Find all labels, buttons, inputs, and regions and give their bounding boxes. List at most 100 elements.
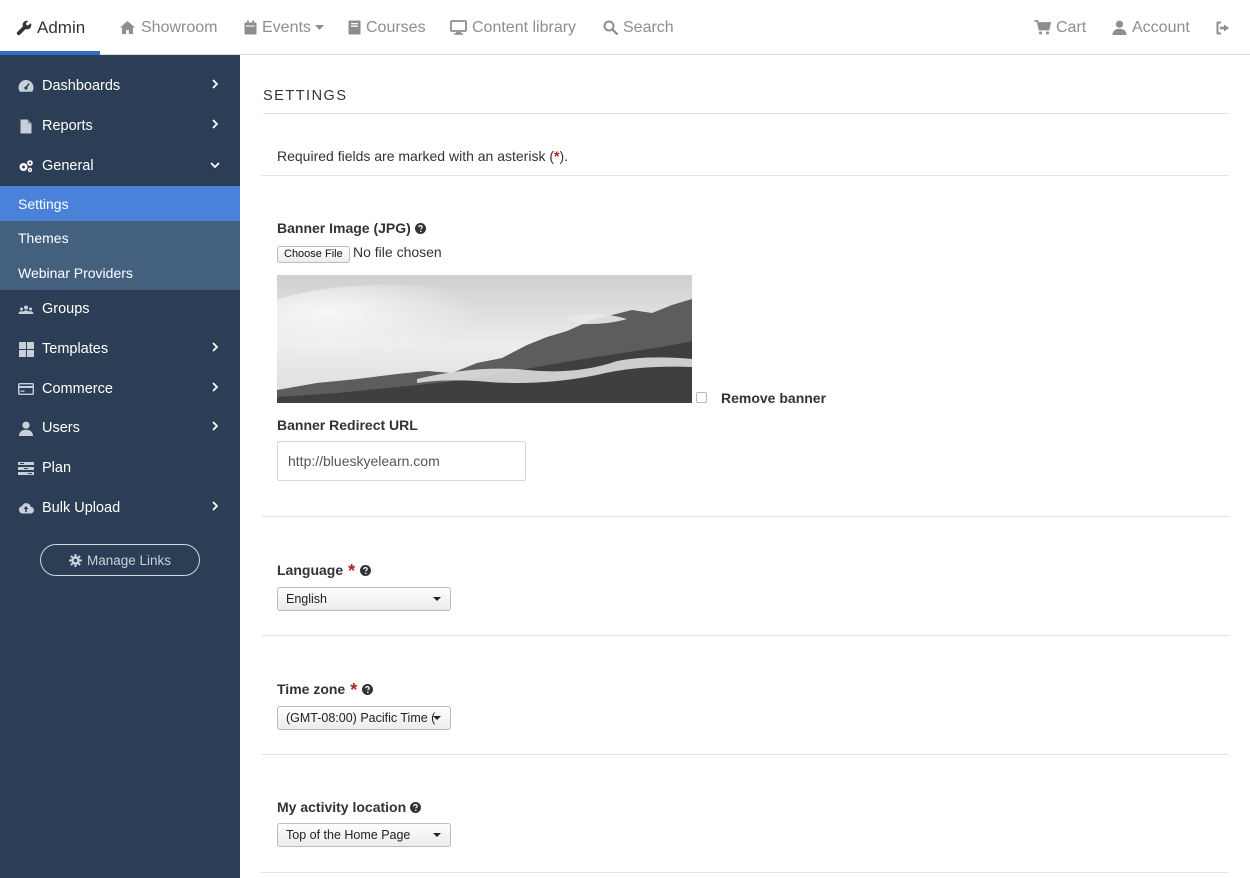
file-status: No file chosen — [353, 244, 442, 260]
chevron-down-icon — [210, 162, 220, 169]
file-icon — [18, 118, 34, 134]
banner-redirect-url-value: http://blueskyelearn.com — [288, 453, 440, 469]
sidebar-item-groups[interactable]: Groups — [0, 289, 240, 329]
sidebar-item-general[interactable]: General — [0, 146, 240, 186]
sidebar-item-users[interactable]: Users — [0, 408, 240, 448]
nav-search[interactable]: Search — [603, 0, 674, 55]
required-star: * — [348, 561, 356, 581]
activity-location-select[interactable]: Top of the Home Page — [277, 823, 451, 847]
sidebar-item-dashboards[interactable]: Dashboards — [0, 66, 240, 106]
sidebar-item-commerce[interactable]: Commerce — [0, 369, 240, 409]
activity-location-select-value: Top of the Home Page — [286, 828, 411, 842]
language-label: Language * — [277, 561, 372, 581]
calendar-icon — [244, 20, 257, 35]
main-content: SETTINGS Required fields are marked with… — [240, 55, 1250, 878]
nav-events-label: Events — [262, 18, 311, 36]
help-icon[interactable] — [360, 564, 372, 576]
sidebar-item-bulk-upload[interactable]: Bulk Upload — [0, 488, 240, 528]
banner-image-label-text: Banner Image (JPG) — [277, 220, 411, 236]
required-note-text: Required fields are marked with an aster… — [277, 148, 555, 164]
choose-file-button[interactable]: Choose File — [277, 246, 350, 263]
user-icon — [18, 420, 34, 436]
nav-admin-label: Admin — [37, 17, 86, 37]
caret-down-icon — [433, 597, 441, 601]
nav-cart[interactable]: Cart — [1034, 0, 1086, 55]
divider — [261, 516, 1229, 517]
time-zone-select-value: (GMT-08:00) Pacific Time (... — [286, 711, 436, 725]
nav-courses-label: Courses — [366, 18, 426, 36]
sidebar-item-reports[interactable]: Reports — [0, 106, 240, 146]
chevron-right-icon — [212, 382, 218, 392]
banner-image-label: Banner Image (JPG) — [277, 220, 426, 236]
gears-icon — [18, 158, 34, 174]
page-title: SETTINGS — [263, 88, 348, 104]
general-submenu: Settings Themes Webinar Providers — [0, 186, 240, 290]
book-icon — [348, 20, 361, 35]
sidebar-item-label: Reports — [42, 118, 93, 134]
sidebar-subitem-webinar-providers[interactable]: Webinar Providers — [0, 255, 240, 290]
sidebar-item-plan[interactable]: Plan — [0, 448, 240, 488]
dashboard-icon — [18, 78, 34, 94]
nav-search-label: Search — [623, 18, 674, 36]
caret-down-icon — [433, 833, 441, 837]
sidebar-subitem-themes[interactable]: Themes — [0, 221, 240, 255]
wrench-icon — [16, 20, 32, 35]
banner-image-preview — [277, 275, 692, 403]
nav-courses[interactable]: Courses — [348, 0, 426, 55]
sidebar-item-templates[interactable]: Templates — [0, 329, 240, 369]
sidebar: Dashboards Reports General Settings Them… — [0, 55, 240, 878]
cart-icon — [1034, 20, 1051, 35]
remove-banner-checkbox[interactable] — [696, 392, 707, 403]
nav-logout[interactable] — [1215, 0, 1236, 55]
nav-events[interactable]: Events — [244, 0, 324, 55]
sidebar-item-label: Commerce — [42, 381, 113, 397]
sidebar-item-label: Users — [42, 420, 80, 436]
language-select-value: English — [286, 592, 327, 606]
divider — [261, 175, 1229, 176]
help-icon[interactable] — [414, 222, 426, 234]
manage-links-button[interactable]: Manage Links — [40, 544, 200, 576]
help-icon[interactable] — [410, 801, 422, 813]
home-icon — [120, 21, 135, 34]
nav-showroom-label: Showroom — [141, 18, 218, 36]
divider — [261, 872, 1229, 873]
nav-admin[interactable]: Admin — [16, 0, 85, 55]
activity-location-label: My activity location — [277, 799, 422, 815]
required-fields-note: Required fields are marked with an aster… — [277, 148, 568, 164]
chevron-right-icon — [212, 79, 218, 89]
required-note-text-end: ). — [559, 148, 569, 164]
nav-showroom[interactable]: Showroom — [119, 0, 217, 55]
chevron-right-icon — [212, 342, 218, 352]
required-star: * — [350, 680, 358, 700]
sidebar-subitem-settings[interactable]: Settings — [0, 186, 240, 221]
nav-account-label: Account — [1132, 18, 1190, 36]
monitor-icon — [450, 20, 467, 35]
grid-icon — [18, 341, 34, 357]
sidebar-item-label: Dashboards — [42, 78, 121, 94]
sidebar-item-label: Bulk Upload — [42, 500, 121, 516]
nav-content-library[interactable]: Content library — [450, 0, 576, 55]
language-select[interactable]: English — [277, 587, 451, 611]
chevron-right-icon — [212, 501, 218, 511]
sidebar-subitem-label: Settings — [18, 195, 69, 212]
language-label-text: Language — [277, 562, 344, 578]
nav-cart-label: Cart — [1056, 18, 1087, 36]
time-zone-select[interactable]: (GMT-08:00) Pacific Time (... — [277, 706, 451, 730]
banner-redirect-url-input[interactable]: http://blueskyelearn.com — [277, 441, 526, 481]
banner-redirect-url-label-text: Banner Redirect URL — [277, 417, 418, 433]
banner-redirect-url-label: Banner Redirect URL — [277, 417, 418, 433]
credit-card-icon — [18, 381, 34, 397]
cloud-upload-icon — [18, 500, 34, 516]
gear-icon — [68, 553, 82, 567]
activity-location-label-text: My activity location — [277, 799, 407, 815]
chevron-right-icon — [212, 119, 218, 129]
divider — [261, 754, 1229, 755]
manage-links-label: Manage Links — [86, 552, 172, 568]
help-icon[interactable] — [362, 683, 374, 695]
search-icon — [603, 20, 618, 35]
remove-banner-label: Remove banner — [721, 390, 827, 406]
nav-account[interactable]: Account — [1112, 0, 1190, 55]
group-icon — [18, 301, 34, 317]
sidebar-subitem-label: Themes — [18, 230, 69, 246]
caret-down-icon — [314, 24, 324, 30]
